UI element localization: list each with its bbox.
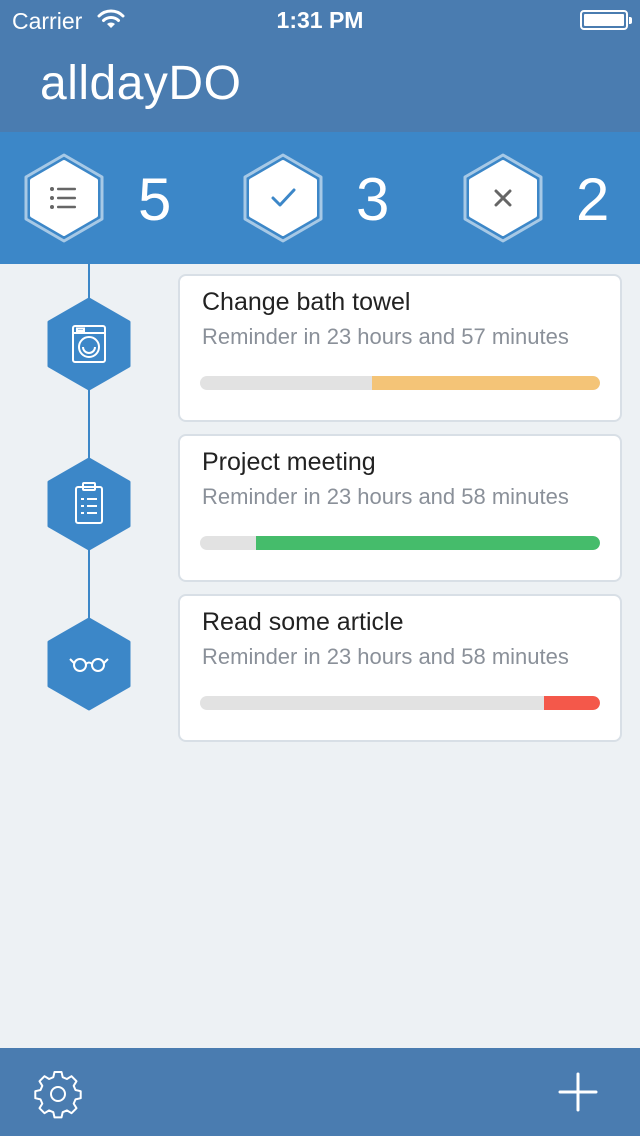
progress-fill bbox=[256, 536, 600, 550]
x-icon[interactable] bbox=[461, 153, 545, 243]
progress-fill bbox=[544, 696, 600, 710]
gear-icon[interactable] bbox=[30, 1066, 86, 1122]
task-card[interactable]: Project meeting Reminder in 23 hours and… bbox=[178, 434, 622, 582]
glasses-icon bbox=[47, 617, 131, 711]
task-card[interactable]: Change bath towel Reminder in 23 hours a… bbox=[178, 274, 622, 422]
progress-bar bbox=[200, 376, 600, 390]
all-count: 5 bbox=[138, 166, 172, 233]
task-title: Project meeting bbox=[202, 448, 376, 476]
failed-count: 2 bbox=[576, 166, 610, 233]
clipboard-icon bbox=[47, 457, 131, 551]
progress-fill bbox=[372, 376, 600, 390]
app-header: Carrier 1:31 PM alldayDO bbox=[0, 0, 640, 132]
task-title: Change bath towel bbox=[202, 288, 411, 316]
task-card[interactable]: Read some article Reminder in 23 hours a… bbox=[178, 594, 622, 742]
app-title: alldayDO bbox=[40, 57, 242, 110]
progress-bar bbox=[200, 696, 600, 710]
list-icon[interactable] bbox=[22, 153, 106, 243]
add-icon[interactable] bbox=[556, 1070, 600, 1114]
status-bar: Carrier 1:31 PM bbox=[0, 0, 640, 40]
bottom-toolbar bbox=[0, 1048, 640, 1136]
stats-bar bbox=[0, 132, 640, 264]
check-icon[interactable] bbox=[241, 153, 325, 243]
status-time: 1:31 PM bbox=[276, 7, 364, 33]
progress-bar bbox=[200, 536, 600, 550]
task-title: Read some article bbox=[202, 608, 404, 636]
done-count: 3 bbox=[356, 166, 390, 233]
washing-machine-icon bbox=[47, 297, 131, 391]
battery-icon bbox=[580, 10, 632, 30]
task-reminder: Reminder in 23 hours and 58 minutes bbox=[202, 484, 569, 509]
task-reminder: Reminder in 23 hours and 57 minutes bbox=[202, 324, 569, 349]
task-reminder: Reminder in 23 hours and 58 minutes bbox=[202, 644, 569, 669]
